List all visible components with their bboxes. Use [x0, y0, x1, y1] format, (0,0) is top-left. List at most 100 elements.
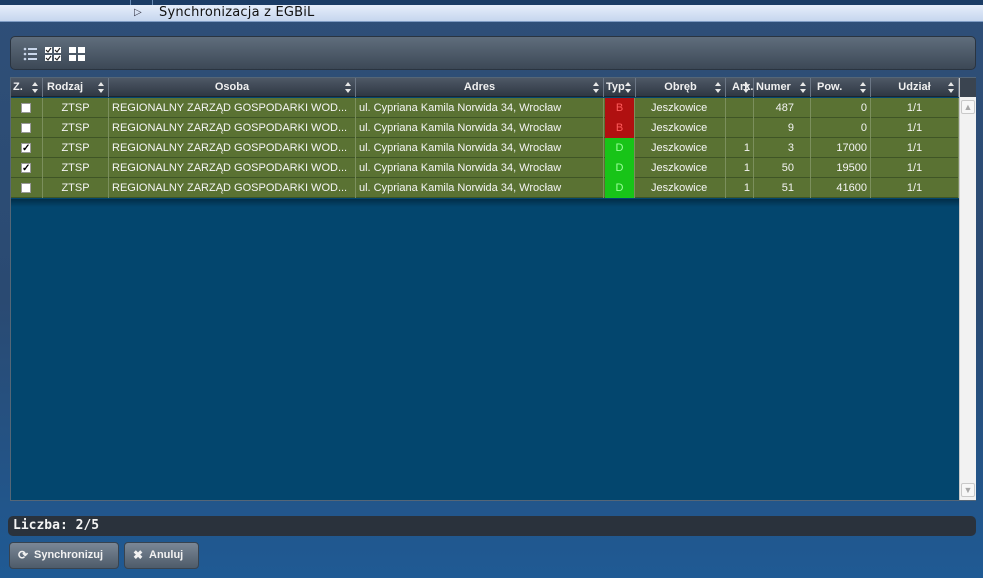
scroll-up-icon[interactable]: ▲ [961, 100, 975, 114]
column-header-z[interactable]: Z. [11, 78, 43, 97]
select-cell[interactable]: ✓ [11, 138, 43, 158]
adres-cell: ul. Cypriana Kamila Norwida 34, Wrocław [356, 178, 604, 198]
obreb-cell: Jeszkowice [636, 118, 726, 138]
column-header-obreb[interactable]: Obręb [636, 78, 726, 97]
select-cell[interactable]: ✓ [11, 158, 43, 178]
typ-cell: D [605, 158, 635, 178]
column-header-pow[interactable]: Pow. [811, 78, 871, 97]
column-header-rodzaj[interactable]: Rodzaj [43, 78, 109, 97]
rodzaj-cell: ZTSP [43, 98, 109, 118]
expand-arrow-icon[interactable]: ▷ [134, 7, 142, 18]
table-row[interactable]: ZTSP REGIONALNY ZARZĄD GOSPODARKI WOD...… [11, 98, 959, 118]
cancel-button-label: Anuluj [149, 549, 184, 561]
window-title: Synchronizacja z EGBiL [159, 5, 315, 20]
udzial-cell: 1/1 [871, 138, 959, 158]
count-label: Liczba: 2/5 [13, 518, 100, 533]
rows-shadow [11, 199, 959, 207]
row-checkbox[interactable] [21, 103, 31, 113]
column-header-ark[interactable]: Ark. [726, 78, 754, 97]
scroll-down-icon[interactable]: ▼ [961, 483, 975, 497]
adres-cell: ul. Cypriana Kamila Norwida 34, Wrocław [356, 138, 604, 158]
sort-icon[interactable] [860, 82, 867, 93]
rodzaj-cell: ZTSP [43, 138, 109, 158]
osoba-cell: REGIONALNY ZARZĄD GOSPODARKI WOD... [109, 138, 356, 158]
osoba-cell: REGIONALNY ZARZĄD GOSPODARKI WOD... [109, 118, 356, 138]
numer-cell: 9 [754, 118, 811, 138]
column-header-osoba[interactable]: Osoba [109, 78, 356, 97]
sort-icon[interactable] [715, 82, 722, 93]
select-cell[interactable] [11, 118, 43, 138]
column-header-label: Osoba [214, 81, 250, 93]
table-row[interactable]: ✓ ZTSP REGIONALNY ZARZĄD GOSPODARKI WOD.… [11, 138, 959, 158]
list-icon[interactable] [22, 46, 40, 62]
column-header-label: Adres [463, 81, 496, 93]
records-grid: Z. Rodzaj Osoba Adres Typ Obręb Ark. Num… [10, 77, 976, 501]
row-checkbox[interactable] [21, 123, 31, 133]
obreb-cell: Jeszkowice [636, 158, 726, 178]
column-header-adres[interactable]: Adres [356, 78, 604, 97]
numer-cell: 487 [754, 98, 811, 118]
title-bar[interactable]: ▷ Synchronizacja z EGBiL [0, 5, 983, 22]
rodzaj-cell: ZTSP [43, 118, 109, 138]
column-header-label: Rodzaj [47, 81, 84, 93]
vertical-scrollbar[interactable]: ▲ ▼ [959, 78, 976, 500]
select-cell[interactable] [11, 98, 43, 118]
sort-icon[interactable] [98, 82, 105, 93]
table-row[interactable]: ZTSP REGIONALNY ZARZĄD GOSPODARKI WOD...… [11, 118, 959, 138]
tiles-icon[interactable] [68, 46, 86, 62]
synchronize-button-label: Synchronizuj [34, 549, 104, 561]
osoba-cell: REGIONALNY ZARZĄD GOSPODARKI WOD... [109, 98, 356, 118]
numer-cell: 51 [754, 178, 811, 198]
column-header-typ[interactable]: Typ [604, 78, 636, 97]
column-header-numer[interactable]: Numer [754, 78, 811, 97]
typ-cell: B [605, 118, 635, 138]
synchronize-button[interactable]: ⟳ Synchronizuj [9, 542, 119, 569]
row-checkbox[interactable] [21, 183, 31, 193]
obreb-cell: Jeszkowice [636, 138, 726, 158]
row-checkbox[interactable]: ✓ [21, 163, 31, 174]
toolbar [10, 36, 976, 70]
numer-cell: 3 [754, 138, 811, 158]
sort-icon[interactable] [345, 82, 352, 93]
pow-cell: 41600 [811, 178, 871, 198]
rodzaj-cell: ZTSP [43, 178, 109, 198]
pow-cell: 19500 [811, 158, 871, 178]
typ-cell: D [605, 178, 635, 198]
typ-cell: B [605, 98, 635, 118]
column-header-label: Numer [756, 81, 791, 93]
udzial-cell: 1/1 [871, 158, 959, 178]
sort-icon[interactable] [800, 82, 807, 93]
numer-cell: 50 [754, 158, 811, 178]
scrollbar-header-cap [960, 78, 976, 97]
sort-icon[interactable] [32, 82, 39, 93]
table-row[interactable]: ✓ ZTSP REGIONALNY ZARZĄD GOSPODARKI WOD.… [11, 158, 959, 178]
udzial-cell: 1/1 [871, 98, 959, 118]
adres-cell: ul. Cypriana Kamila Norwida 34, Wrocław [356, 118, 604, 138]
ark-cell: 1 [726, 178, 754, 198]
table-row[interactable]: ZTSP REGIONALNY ZARZĄD GOSPODARKI WOD...… [11, 178, 959, 198]
column-header-label: Z. [13, 81, 23, 93]
obreb-cell: Jeszkowice [636, 98, 726, 118]
pow-cell: 0 [811, 118, 871, 138]
sort-icon[interactable] [948, 82, 955, 93]
check-all-icon[interactable] [44, 46, 62, 62]
ark-cell: 1 [726, 138, 754, 158]
grid-header: Z. Rodzaj Osoba Adres Typ Obręb Ark. Num… [11, 78, 959, 97]
close-icon: ✖ [133, 548, 144, 562]
sort-icon[interactable] [743, 82, 750, 93]
sort-icon[interactable] [625, 82, 632, 93]
ark-cell [726, 98, 754, 118]
ark-cell [726, 118, 754, 138]
column-header-label: Obręb [664, 81, 697, 93]
refresh-icon: ⟳ [18, 548, 29, 562]
udzial-cell: 1/1 [871, 118, 959, 138]
pow-cell: 0 [811, 98, 871, 118]
column-header-udzial[interactable]: Udział [871, 78, 959, 97]
adres-cell: ul. Cypriana Kamila Norwida 34, Wrocław [356, 158, 604, 178]
cancel-button[interactable]: ✖ Anuluj [124, 542, 199, 569]
osoba-cell: REGIONALNY ZARZĄD GOSPODARKI WOD... [109, 158, 356, 178]
osoba-cell: REGIONALNY ZARZĄD GOSPODARKI WOD... [109, 178, 356, 198]
row-checkbox[interactable]: ✓ [21, 143, 31, 154]
select-cell[interactable] [11, 178, 43, 198]
sort-icon[interactable] [593, 82, 600, 93]
